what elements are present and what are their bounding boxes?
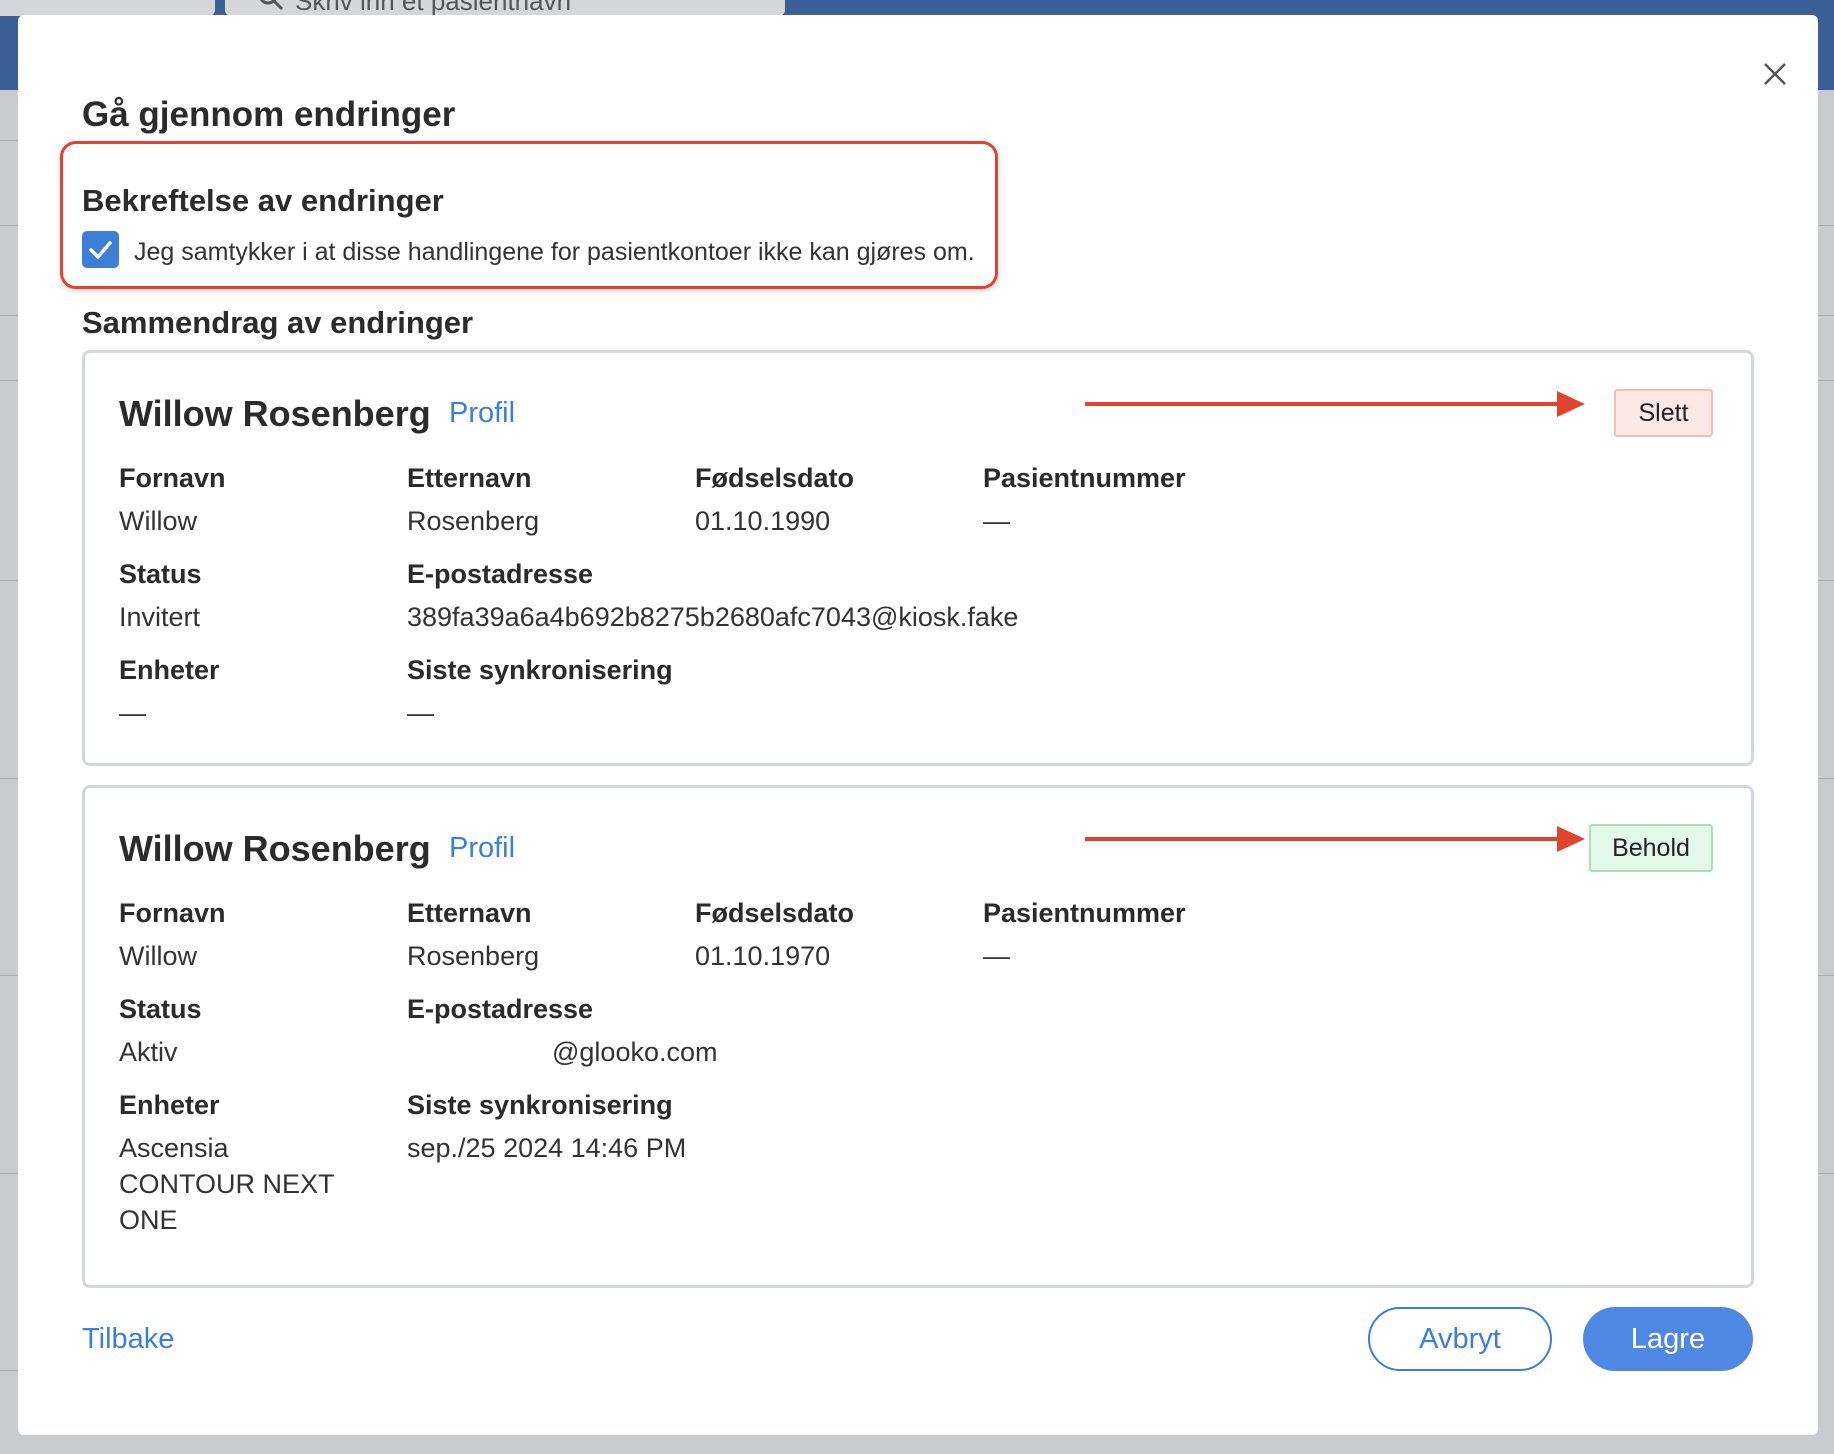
first-name-label: Fornavn xyxy=(119,898,226,928)
checkmark-icon xyxy=(89,241,112,259)
patient-name: Willow Rosenberg xyxy=(119,393,431,434)
status-value: Aktiv xyxy=(119,1037,178,1067)
patient-number-value: — xyxy=(983,506,1010,536)
background-divider xyxy=(1816,580,1834,581)
email-value: 389fa39a6a4b692b8275b2680afc7043@kiosk.f… xyxy=(407,602,1019,632)
background-search-input: Skriv inn et pasientnavn xyxy=(225,0,785,16)
birth-date-value: 01.10.1970 xyxy=(695,941,831,971)
action-badge-keep: Behold xyxy=(1589,824,1713,872)
last-name-value: Rosenberg xyxy=(407,506,540,536)
background-divider xyxy=(0,315,18,316)
background-divider xyxy=(0,225,18,226)
last-sync-label: Siste synkronisering xyxy=(407,655,673,685)
background-divider xyxy=(0,580,18,581)
birth-date-value: 01.10.1990 xyxy=(695,506,831,536)
status-label: Status xyxy=(119,994,202,1024)
status-label: Status xyxy=(119,559,202,589)
background-divider xyxy=(0,1370,18,1371)
patient-number-label: Pasientnummer xyxy=(983,463,1186,493)
devices-label: Enheter xyxy=(119,655,220,685)
arrow-right-icon xyxy=(1085,391,1585,417)
background-divider xyxy=(0,975,18,976)
patient-number-value: — xyxy=(983,941,1010,971)
background-divider xyxy=(1816,1173,1834,1174)
background-divider xyxy=(0,140,18,141)
background-divider xyxy=(1816,315,1834,316)
email-label: E-postadresse xyxy=(407,559,594,589)
background-select xyxy=(0,0,215,16)
last-sync-label: Siste synkronisering xyxy=(407,1090,673,1120)
profile-link[interactable]: Profil xyxy=(449,832,515,865)
birth-date-label: Fødselsdato xyxy=(695,898,855,928)
last-sync-value: sep./25 2024 14:46 PM xyxy=(407,1133,687,1163)
background-divider xyxy=(1816,225,1834,226)
background-divider xyxy=(1816,380,1834,381)
last-name-value: Rosenberg xyxy=(407,941,540,971)
patient-number-label: Pasientnummer xyxy=(983,898,1186,928)
background-divider xyxy=(1816,975,1834,976)
birth-date-label: Fødselsdato xyxy=(695,463,855,493)
email-value: @glooko.com xyxy=(552,1037,718,1067)
devices-value: Ascensia CONTOUR NEXT ONE xyxy=(119,1133,335,1235)
first-name-value: Willow xyxy=(119,941,197,971)
summary-title: Sammendrag av endringer xyxy=(82,305,474,340)
background-divider xyxy=(0,778,18,779)
cancel-button[interactable]: Avbryt xyxy=(1368,1307,1552,1371)
consent-label[interactable]: Jeg samtykker i at disse handlingene for… xyxy=(134,238,975,267)
patient-name: Willow Rosenberg xyxy=(119,828,431,869)
close-button[interactable] xyxy=(1753,52,1797,96)
first-name-label: Fornavn xyxy=(119,463,226,493)
modal-title: Gå gjennom endringer xyxy=(82,95,456,134)
background-divider xyxy=(0,380,18,381)
last-name-label: Etternavn xyxy=(407,463,532,493)
email-label: E-postadresse xyxy=(407,994,594,1024)
consent-checkbox[interactable] xyxy=(82,231,119,268)
background-divider xyxy=(1816,778,1834,779)
review-changes-modal: Gå gjennom endringer Bekreftelse av endr… xyxy=(18,15,1818,1435)
arrow-right-icon xyxy=(1085,826,1585,852)
background-divider xyxy=(0,1173,18,1174)
devices-label: Enheter xyxy=(119,1090,220,1120)
background-search-placeholder: Skriv inn et pasientnavn xyxy=(295,0,572,16)
confirmation-title: Bekreftelse av endringer xyxy=(82,183,444,218)
last-sync-value: — xyxy=(407,698,434,728)
save-button[interactable]: Lagre xyxy=(1583,1307,1753,1371)
action-badge-delete: Slett xyxy=(1614,389,1713,437)
first-name-value: Willow xyxy=(119,506,197,536)
back-link[interactable]: Tilbake xyxy=(82,1323,174,1356)
search-icon xyxy=(259,0,284,11)
patient-card: Willow Rosenberg Profil Behold Fornavn E… xyxy=(82,785,1754,1288)
devices-value: — xyxy=(119,698,146,728)
profile-link[interactable]: Profil xyxy=(449,397,515,430)
status-value: Invitert xyxy=(119,602,201,632)
patient-card: Willow Rosenberg Profil Slett Fornavn Et… xyxy=(82,350,1754,766)
last-name-label: Etternavn xyxy=(407,898,532,928)
close-icon xyxy=(1764,63,1786,85)
